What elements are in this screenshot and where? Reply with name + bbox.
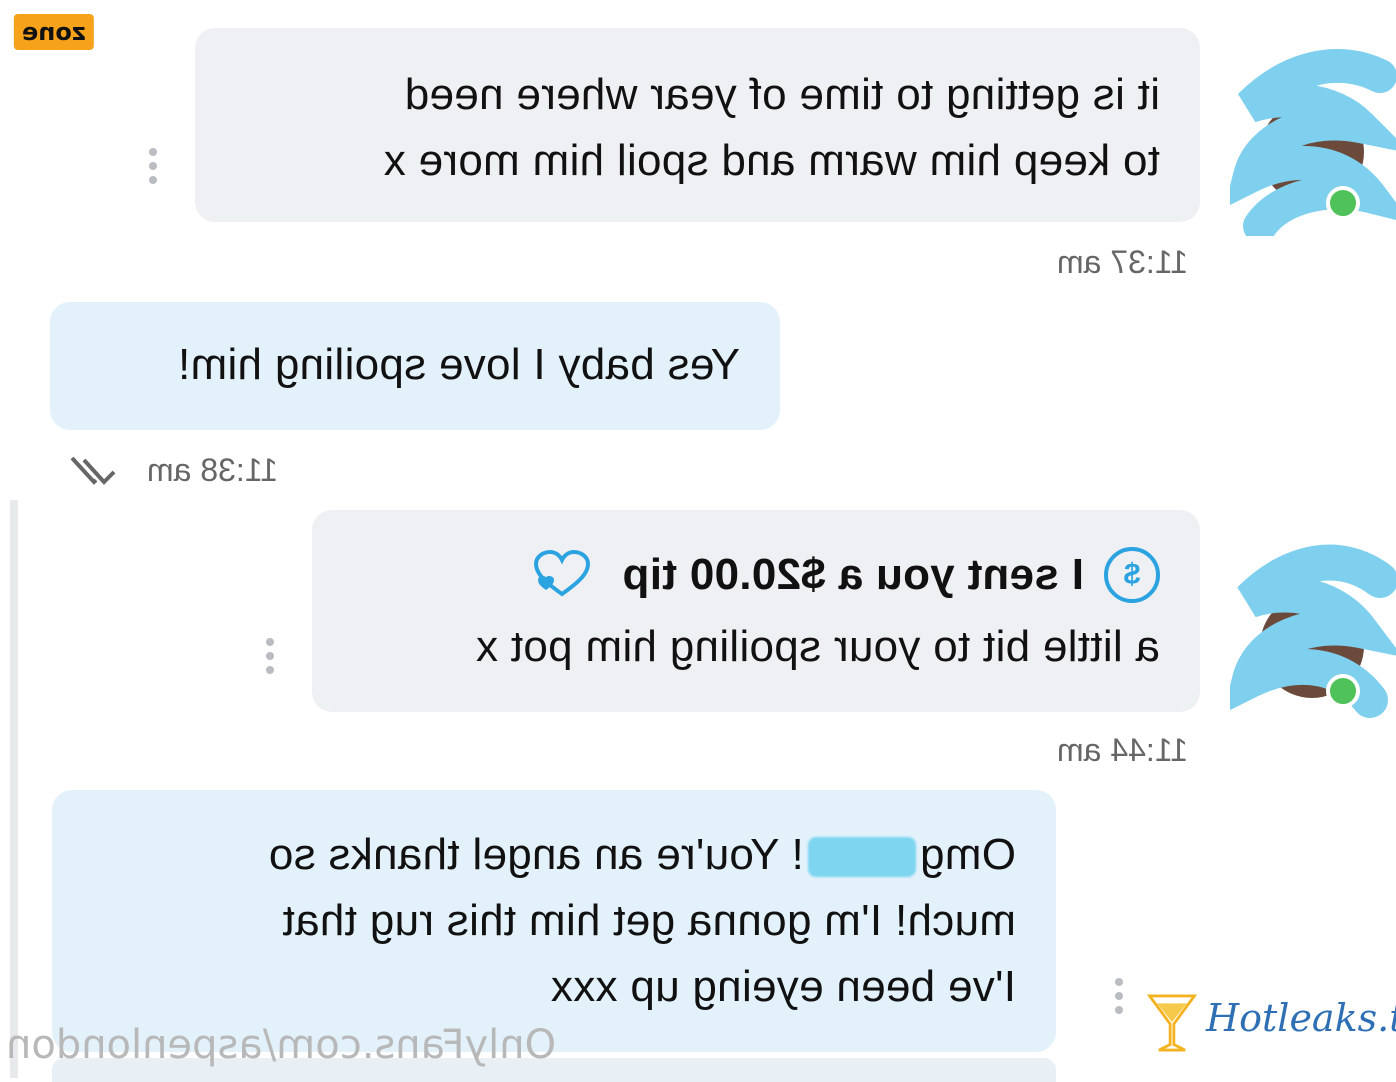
zone-badge: zone	[14, 14, 94, 50]
message-bubble[interactable]: Omg ! You're an angel thanks so much! I'm…	[52, 790, 1056, 1052]
avatar[interactable]	[1230, 544, 1396, 718]
more-vertical-icon[interactable]	[1114, 978, 1124, 1020]
onlyfans-watermark: OnlyFans.com/aspenlondon	[6, 1022, 557, 1068]
tip-amount-line: I sent you a $20.00 tip	[622, 550, 1084, 599]
glass-icon	[1146, 994, 1198, 1052]
message-line: Yes baby I love spoiling him!	[177, 340, 740, 389]
dollar-coin-icon: $	[1104, 547, 1160, 603]
message-bubble[interactable]: it is getting to time of year where need…	[195, 28, 1200, 222]
more-vertical-icon[interactable]	[265, 638, 275, 680]
tip-message-bubble[interactable]: $ I sent you a $20.00 tip a little bit t…	[312, 510, 1200, 712]
more-vertical-icon[interactable]	[148, 148, 158, 190]
message-time: 11:38 am	[146, 452, 278, 488]
redaction-scribble	[1230, 49, 1396, 236]
scrollbar-track[interactable]	[10, 500, 18, 1078]
message-line: to keep him warm and spoil him more x	[383, 136, 1160, 185]
online-indicator	[1326, 186, 1360, 220]
hotleaks-logo: Hotleaks.tv	[1144, 990, 1396, 1060]
message-bubble[interactable]: Yes baby I love spoiling him!	[50, 302, 780, 430]
chat-thread: it is getting to time of year where need…	[0, 0, 1396, 1078]
message-time: 11:37 am	[1056, 244, 1188, 280]
message-text: Omg	[919, 830, 1016, 879]
redaction-mark	[807, 837, 916, 878]
double-check-icon	[70, 456, 116, 485]
message-time: 11:44 am	[1056, 732, 1188, 768]
redaction-scribble	[1230, 544, 1396, 718]
message-line: it is getting to time of year where need	[404, 70, 1160, 119]
brand-text: Hotleaks.tv	[1206, 996, 1396, 1040]
avatar[interactable]	[1230, 49, 1396, 236]
heart-icon[interactable]	[532, 550, 592, 600]
online-indicator	[1326, 674, 1360, 708]
message-line: much! I'm gonna get him this rug that	[282, 896, 1016, 945]
message-line: a little bit to your spoiling him pot x	[475, 622, 1160, 671]
message-line: Omg ! You're an angel thanks so	[92, 822, 1016, 888]
message-line: I've been eyeing up xxx	[550, 962, 1016, 1011]
message-text: ! You're an angel thanks so	[268, 830, 804, 879]
